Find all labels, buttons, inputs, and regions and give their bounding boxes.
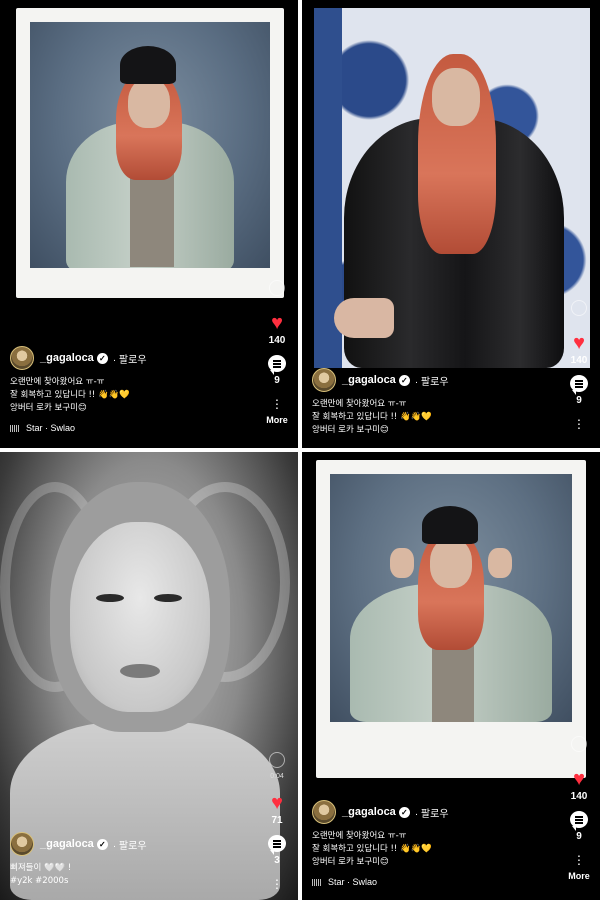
more-dots-icon[interactable]: · · · [275,872,280,894]
avatar[interactable] [10,346,34,370]
post-actions: 0:04 ♥ 71 3 · · · [262,752,292,894]
username[interactable]: _gagaloca [342,806,396,818]
music-row[interactable]: Star · Swlao [10,423,250,433]
like-count: 140 [570,791,588,802]
post-photo[interactable] [314,8,590,368]
caption-line: 오랜만에 찾아왔어요 ㅠ-ㅠ [10,377,105,387]
follow-button[interactable]: · 팔로우 [415,805,449,820]
comment-icon[interactable] [570,811,588,831]
post-caption: _gagaloca ✓ · 팔로우 오랜만에 찾아왔어요 ㅠ-ㅠ 잘 회복하고 … [312,800,552,887]
more-label[interactable]: More [266,415,288,425]
verified-badge-icon: ✓ [96,352,108,364]
like-count: 140 [570,355,588,366]
comment-icon[interactable] [570,375,588,395]
caption-line: 앙버터 로카 보구미😊 [10,403,87,413]
heart-icon[interactable]: ♥ [569,333,589,353]
post-caption: _gagaloca ✓ · 팔로우 오랜만에 찾아왔어요 ㅠ-ㅠ 잘 회복하고 … [312,368,552,437]
caption-line: 삐져들이 🤍🤍 ! [10,863,72,873]
comment-count: 9 [576,831,582,842]
post-caption: _gagaloca ✓ · 팔로우 삐져들이 🤍🤍 ! #y2k #2000s [10,832,250,888]
polaroid-frame [316,460,586,778]
avatar[interactable] [312,368,336,392]
follow-button[interactable]: · 팔로우 [415,373,449,388]
reel-post-4[interactable]: ♥ 140 9 · · · More _gagaloca ✓ · 팔로우 오랜만에 … [302,452,600,900]
post-actions: ♥ 140 9 · · · More [262,280,292,425]
caption-hashtags[interactable]: #y2k #2000s [10,875,250,888]
reel-post-2[interactable]: ♥ 140 9 · · · _gagaloca ✓ · 팔로우 오랜만에 찾아왔어요… [302,0,600,448]
more-dots-icon[interactable]: · · · [577,848,582,870]
follow-button[interactable]: · 팔로우 [113,837,147,852]
comment-count: 9 [576,395,582,406]
username[interactable]: _gagaloca [342,374,396,386]
avatar[interactable] [312,800,336,824]
caption-line: 잘 회복하고 있답니다 !! 👋👋💛 [312,412,432,422]
verified-badge-icon: ✓ [398,806,410,818]
music-bars-icon [10,424,20,432]
reel-post-3[interactable]: 0:04 ♥ 71 3 · · · _gagaloca ✓ · 팔로우 삐져들이 🤍… [0,452,298,900]
music-bars-icon [312,878,322,886]
comment-icon[interactable] [268,355,286,375]
post-actions: ♥ 140 9 · · · More [564,736,594,881]
post-photo[interactable] [330,474,572,722]
music-title: Star · Swlao [26,423,76,433]
like-count: 71 [271,815,283,826]
caption-line: 앙버터 로카 보구미😊 [312,857,389,867]
caption-line: 오랜만에 찾아왔어요 ㅠ-ㅠ [312,831,407,841]
caption-line: 잘 회복하고 있답니다 !! 👋👋💛 [312,844,432,854]
verified-badge-icon: ✓ [398,374,410,386]
post-photo[interactable] [30,22,270,268]
caption-line: 앙버터 로카 보구미😊 [312,425,389,435]
like-count: 140 [268,335,286,346]
caption-line: 오랜만에 찾아왔어요 ㅠ-ㅠ [312,399,407,409]
follow-button[interactable]: · 팔로우 [113,351,147,366]
music-title: Star · Swlao [328,877,378,887]
more-dots-icon[interactable]: · · · [275,392,280,414]
music-row[interactable]: Star · Swlao [312,877,552,887]
comment-count: 3 [274,855,280,866]
verified-badge-icon: ✓ [96,838,108,850]
username[interactable]: _gagaloca [40,352,94,364]
avatar[interactable] [10,832,34,856]
post-actions: ♥ 140 9 · · · [564,300,594,434]
loading-ring-icon [269,752,285,768]
video-timestamp: 0:04 [270,773,284,780]
heart-icon[interactable]: ♥ [267,793,287,813]
username[interactable]: _gagaloca [40,838,94,850]
loading-ring-icon [269,280,285,296]
reel-post-1[interactable]: ♥ 140 9 · · · More _gagaloca ✓ · 팔로우 오랜만에 … [0,0,298,448]
comment-count: 9 [274,375,280,386]
heart-icon[interactable]: ♥ [569,769,589,789]
post-caption: _gagaloca ✓ · 팔로우 오랜만에 찾아왔어요 ㅠ-ㅠ 잘 회복하고 … [10,346,250,433]
comment-icon[interactable] [268,835,286,855]
loading-ring-icon [571,736,587,752]
polaroid-frame [16,8,284,298]
heart-icon[interactable]: ♥ [267,313,287,333]
more-label[interactable]: More [568,871,590,881]
more-dots-icon[interactable]: · · · [577,412,582,434]
loading-ring-icon [571,300,587,316]
caption-line: 잘 회복하고 있답니다 !! 👋👋💛 [10,390,130,400]
